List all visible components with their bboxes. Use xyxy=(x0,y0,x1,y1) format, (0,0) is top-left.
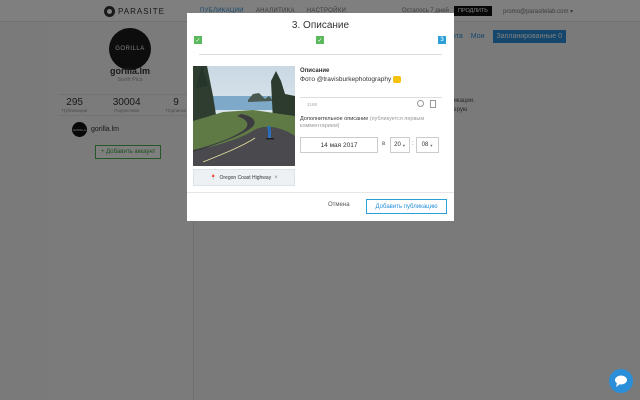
time-separator: : xyxy=(412,141,414,147)
cancel-button[interactable]: Отмена xyxy=(328,202,350,208)
extra-description-field[interactable]: Дополнительное описание (публикуется пер… xyxy=(300,116,448,130)
template-icon[interactable] xyxy=(430,100,436,108)
publication-modal: 3. Описание ✓ ✓ 3 📍 Oregon Coast Highway… xyxy=(187,13,454,221)
date-field[interactable]: 14 мая 2017 xyxy=(300,137,378,153)
modal-title: 3. Описание xyxy=(291,20,350,31)
location-tag[interactable]: 📍 Oregon Coast Highway × xyxy=(193,169,295,186)
hour-select[interactable]: 20 ▼ xyxy=(390,137,410,153)
character-counter: 2188 xyxy=(307,102,318,107)
description-text: Фото @travisburkephotography xyxy=(300,76,392,84)
chat-button[interactable] xyxy=(609,369,633,393)
location-name: Oregon Coast Highway xyxy=(219,174,272,181)
minute-select[interactable]: 08 ▼ xyxy=(416,137,439,153)
description-input[interactable]: Фото @travisburkephotography xyxy=(300,76,402,84)
extra-description-label: Дополнительное описание xyxy=(300,116,369,122)
step-1-check-icon[interactable]: ✓ xyxy=(194,36,202,44)
step-3-current: 3 xyxy=(438,36,446,44)
hands-emoji-icon xyxy=(393,76,402,83)
photo-preview: 📍 Oregon Coast Highway × xyxy=(193,66,295,186)
hour-value: 20 xyxy=(394,142,401,148)
emoji-picker-icon[interactable] xyxy=(417,100,424,107)
minute-value: 08 xyxy=(421,142,429,148)
steps-progress-line xyxy=(199,54,442,55)
description-underline xyxy=(300,97,442,98)
photo-image xyxy=(193,66,295,166)
time-at-label: в xyxy=(382,141,386,147)
step-2-check-icon[interactable]: ✓ xyxy=(316,36,324,44)
map-pin-icon: 📍 xyxy=(210,174,217,181)
chat-bubble-icon xyxy=(615,375,627,387)
add-publication-button[interactable]: Добавить публикацию xyxy=(366,199,447,214)
chevron-down-icon: ▼ xyxy=(429,142,434,148)
description-label: Описание xyxy=(300,68,330,74)
modal-footer-divider xyxy=(187,192,454,193)
chevron-down-icon: ▼ xyxy=(401,142,406,148)
remove-location-icon[interactable]: × xyxy=(274,175,278,181)
